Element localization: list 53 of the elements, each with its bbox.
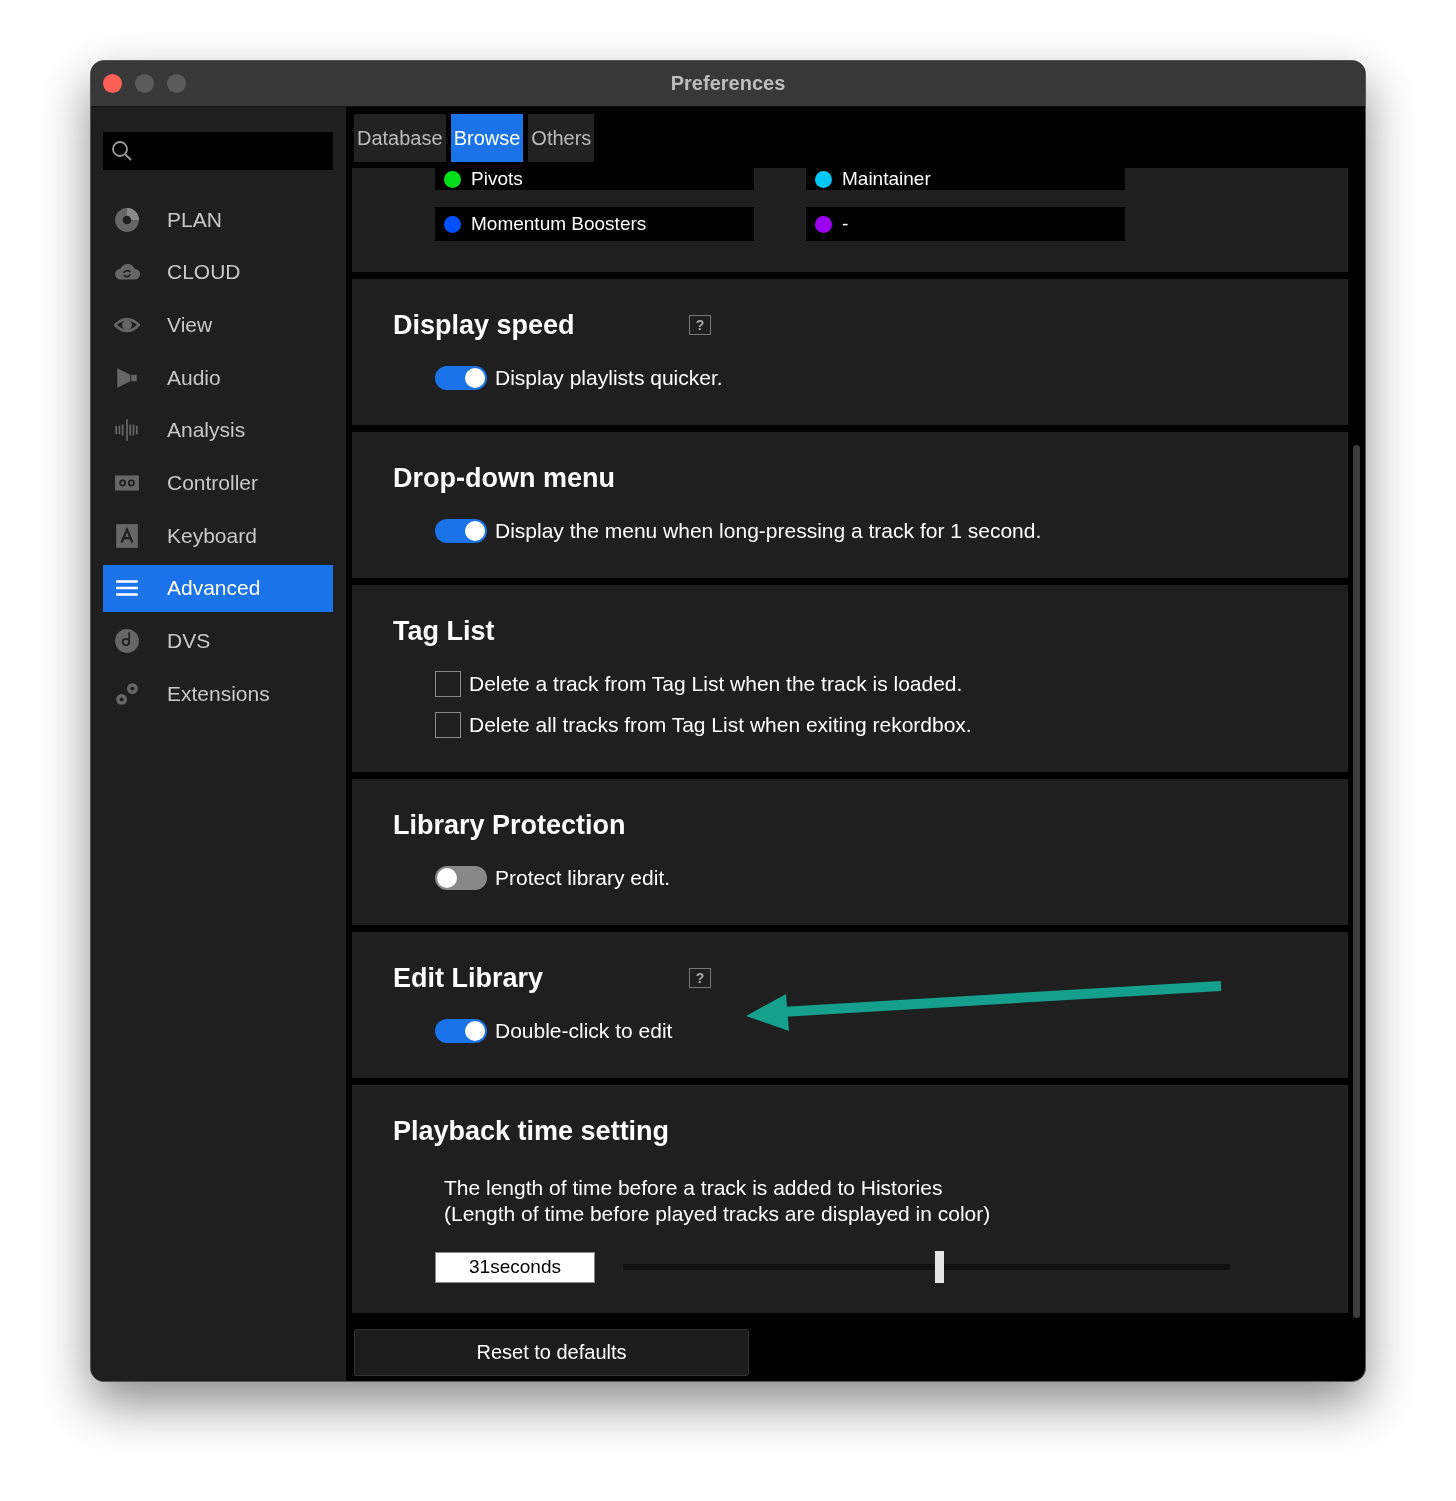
scrollbar-thumb[interactable]: [1353, 445, 1360, 1318]
section-title: Playback time setting: [393, 1115, 670, 1147]
tab[interactable]: Browse: [450, 114, 524, 162]
description-text: (Length of time before played tracks are displayed in color): [444, 1201, 992, 1227]
keyboard-key-icon: [114, 522, 140, 549]
sidebar-item[interactable]: PLAN: [103, 196, 333, 243]
sidebar-item[interactable]: Advanced: [103, 564, 333, 612]
search-icon: [111, 140, 133, 162]
sidebar-item[interactable]: Audio: [103, 354, 333, 402]
toggle-switch[interactable]: [435, 866, 487, 890]
checkbox[interactable]: [435, 712, 461, 738]
sidebar-item[interactable]: View: [103, 301, 333, 349]
slider-track[interactable]: [623, 1251, 1230, 1283]
option-label: Display the menu when long-pressing a track for 1 second.: [495, 519, 1042, 543]
tag-field[interactable]: Pivots: [435, 168, 754, 190]
vinyl-icon: [114, 628, 140, 654]
tab[interactable]: Database: [354, 114, 446, 162]
disc-icon: [114, 206, 140, 233]
tag-field[interactable]: Momentum Boosters: [435, 207, 754, 241]
sidebar-item[interactable]: CLOUD: [103, 248, 333, 296]
search-field[interactable]: [103, 132, 333, 170]
help-button[interactable]: ?: [689, 315, 711, 335]
window-title: Preferences: [670, 72, 786, 95]
sidebar-item[interactable]: Extensions: [103, 670, 333, 718]
tag-field[interactable]: -: [806, 207, 1125, 241]
tag-field[interactable]: Maintainer: [806, 168, 1125, 190]
slider-thumb[interactable]: [934, 1251, 944, 1283]
sidebar-item[interactable]: Analysis: [103, 406, 333, 454]
option-label: Delete a track from Tag List when the track is loaded.: [469, 672, 963, 696]
section-title: Drop-down menu: [393, 462, 615, 494]
waveform-icon: [114, 417, 140, 444]
time-field[interactable]: 31seconds: [435, 1251, 595, 1283]
section-title: Display speed: [393, 309, 575, 341]
option-label: Protect library edit.: [495, 866, 671, 890]
option-label: Delete all tracks from Tag List when exiting rekordbox.: [469, 713, 972, 737]
section-title: Library Protection: [393, 809, 626, 841]
tab[interactable]: Others: [528, 114, 595, 162]
toggle-switch[interactable]: [435, 366, 487, 390]
checkbox[interactable]: [435, 671, 461, 697]
section-title: Edit Library: [393, 962, 544, 994]
toggle-switch[interactable]: [435, 519, 487, 543]
close-button[interactable]: [103, 74, 122, 93]
sidebar-item[interactable]: Keyboard: [103, 512, 333, 560]
gears-icon: [114, 680, 140, 707]
description-text: The length of time before a track is added to Histories: [444, 1175, 944, 1201]
sidebar-item[interactable]: DVS: [103, 617, 333, 665]
help-button[interactable]: ?: [689, 968, 711, 988]
option-label: Double-click to edit: [495, 1019, 673, 1043]
sidebar-item[interactable]: Controller: [103, 459, 333, 507]
section-title: Tag List: [393, 615, 495, 647]
option-label: Display playlists quicker.: [495, 366, 723, 390]
toggle-switch[interactable]: [435, 1019, 487, 1043]
reset-button[interactable]: Reset to defaults: [354, 1329, 749, 1376]
